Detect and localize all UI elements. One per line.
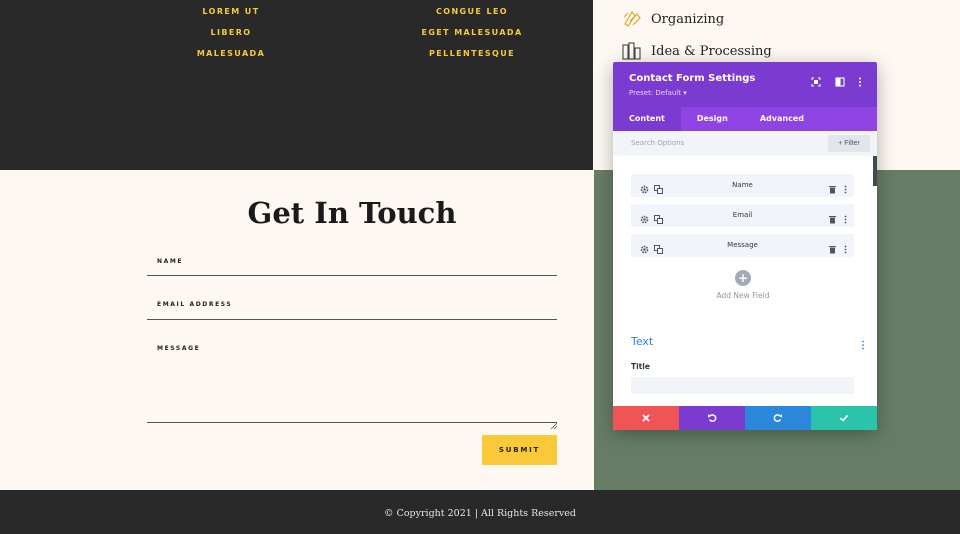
field-row-email[interactable]: Email <box>631 204 854 227</box>
row-more-icon[interactable] <box>840 180 851 194</box>
more-options-icon[interactable] <box>854 73 866 87</box>
title-field-label: Title <box>631 362 650 371</box>
resize-handle-icon[interactable] <box>550 414 558 430</box>
panel-header: Contact Form Settings Preset: Default ▾ <box>613 62 877 107</box>
row-more-icon[interactable] <box>840 210 851 224</box>
undo-icon <box>708 414 717 422</box>
submit-button[interactable]: Submit <box>482 435 557 465</box>
field-row-name[interactable]: Name <box>631 174 854 197</box>
duplicate-icon[interactable] <box>653 210 664 224</box>
search-options-input[interactable]: Search Options <box>631 139 684 147</box>
organizing-icon <box>622 9 642 29</box>
name-field-label: Name <box>157 258 184 265</box>
add-field-icon[interactable]: + <box>735 270 751 286</box>
undo-button[interactable] <box>679 406 745 430</box>
field-row-label: Email <box>732 211 753 219</box>
panel-scrollbar[interactable] <box>873 156 877 186</box>
footer-copyright: © Copyright 2021 | All Rights Reserved <box>0 490 960 534</box>
footer-link[interactable]: Libero <box>131 22 331 43</box>
field-row-message[interactable]: Message <box>631 234 854 257</box>
tab-advanced[interactable]: Advanced <box>744 107 820 131</box>
panel-tabs: Content Design Advanced <box>613 107 877 131</box>
footer-link[interactable]: Malesuada <box>131 43 331 64</box>
gear-icon[interactable] <box>639 240 650 254</box>
redo-icon <box>773 414 782 422</box>
text-section-title[interactable]: Text <box>631 335 653 348</box>
tab-design[interactable]: Design <box>681 107 744 131</box>
cancel-button[interactable] <box>613 406 679 430</box>
footer-link[interactable]: Eget Malesuada <box>372 22 572 43</box>
tab-content[interactable]: Content <box>613 107 681 131</box>
checkmark-icon <box>839 414 849 422</box>
redo-button[interactable] <box>745 406 811 430</box>
save-button[interactable] <box>811 406 877 430</box>
preset-selector[interactable]: Preset: Default ▾ <box>629 89 687 97</box>
duplicate-icon[interactable] <box>653 240 664 254</box>
trash-icon[interactable] <box>827 180 838 194</box>
email-field-label: Email Address <box>157 301 233 308</box>
contact-form-settings-panel: Contact Form Settings Preset: Default ▾ … <box>613 62 877 430</box>
section-more-icon[interactable] <box>857 336 869 350</box>
link-column-2: Congue Leo Eget Malesuada Pellentesque <box>372 1 572 64</box>
message-field-label: Message <box>157 345 201 352</box>
row-more-icon[interactable] <box>840 240 851 254</box>
panel-title: Contact Form Settings <box>629 73 756 84</box>
message-textarea[interactable] <box>147 422 557 423</box>
email-input[interactable] <box>147 319 557 320</box>
trash-icon[interactable] <box>827 210 838 224</box>
field-row-label: Name <box>732 181 753 189</box>
field-row-label: Message <box>727 241 758 249</box>
footer-link[interactable]: Pellentesque <box>372 43 572 64</box>
expand-icon[interactable] <box>810 73 822 87</box>
feature-label: Idea & Processing <box>651 43 772 59</box>
feature-label: Organizing <box>651 11 725 27</box>
feature-idea-processing: Idea & Processing <box>622 41 772 61</box>
footer-link[interactable]: Lorem Ut <box>131 1 331 22</box>
add-new-field-label[interactable]: Add New Field <box>613 291 873 300</box>
feature-organizing: Organizing <box>622 9 724 29</box>
idea-processing-icon <box>622 41 642 61</box>
search-options-bar: Search Options + Filter <box>613 131 877 156</box>
gear-icon[interactable] <box>639 210 650 224</box>
trash-icon[interactable] <box>827 240 838 254</box>
title-input[interactable] <box>631 377 854 394</box>
name-input[interactable] <box>147 275 557 276</box>
filter-button[interactable]: + Filter <box>828 135 870 152</box>
gear-icon[interactable] <box>639 180 650 194</box>
footer-link[interactable]: Congue Leo <box>372 1 572 22</box>
panel-action-bar <box>613 406 877 430</box>
contact-title: Get In Touch <box>247 196 457 230</box>
split-view-icon[interactable] <box>834 73 846 87</box>
duplicate-icon[interactable] <box>653 180 664 194</box>
link-column-1: Lorem Ut Libero Malesuada <box>131 1 331 64</box>
close-icon <box>642 414 650 422</box>
